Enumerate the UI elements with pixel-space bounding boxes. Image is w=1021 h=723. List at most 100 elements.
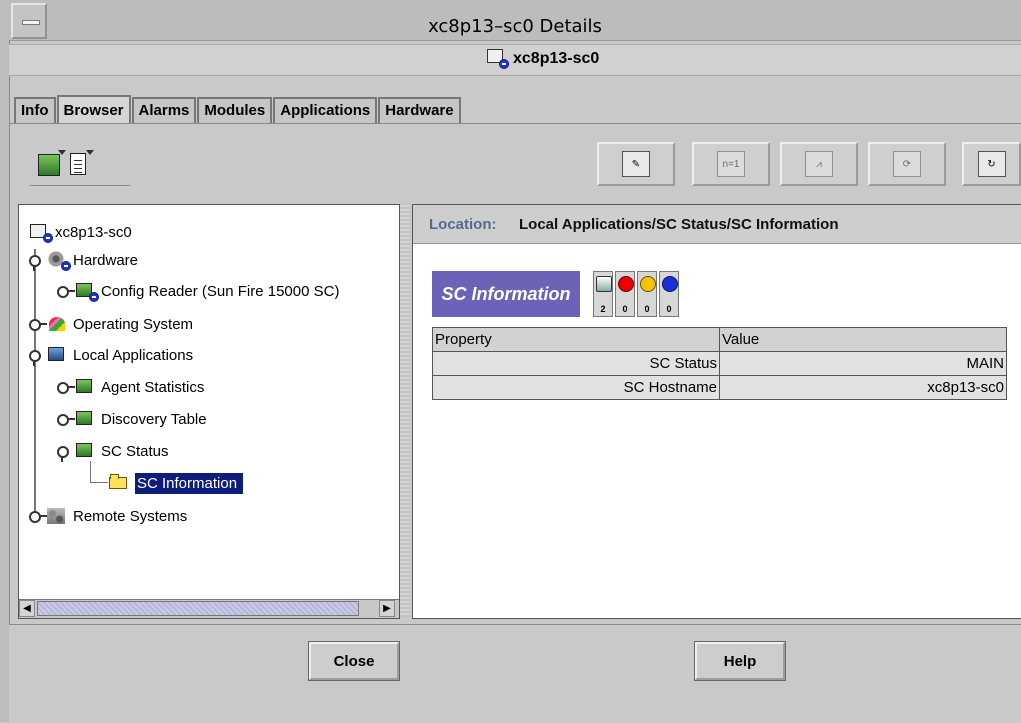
status-box-warning[interactable]: 0: [637, 271, 657, 317]
tree-item-label: Operating System: [73, 315, 194, 333]
applications-icon: [47, 346, 67, 364]
tab-bar: Info Browser Alarms Modules Applications…: [14, 95, 462, 123]
tab-modules[interactable]: Modules: [197, 97, 273, 123]
expander-icon[interactable]: [27, 348, 41, 366]
refresh-icon: ↻: [977, 151, 1006, 177]
tab-hardware[interactable]: Hardware: [378, 97, 461, 123]
tree-root[interactable]: xc8p13-sc0: [29, 221, 132, 243]
browser-tree[interactable]: xc8p13-sc0 Hardware Config Reader (Sun F…: [18, 204, 400, 619]
graph-icon: ⩘: [805, 151, 833, 177]
module-icon: [75, 442, 95, 460]
location-label: Location:: [429, 216, 497, 233]
expander-icon[interactable]: [27, 317, 47, 331]
remote-systems-icon: [47, 507, 67, 525]
module-icon: [75, 378, 95, 396]
tree-line: [34, 249, 36, 519]
hardware-icon: [47, 251, 71, 271]
module-tree-icon[interactable]: [36, 148, 66, 178]
expander-icon[interactable]: [27, 253, 41, 271]
graph-button[interactable]: ⩘: [780, 142, 858, 186]
property-cell: SC Status: [432, 351, 720, 376]
warning-alarm-icon: [640, 276, 656, 292]
status-count: 0: [666, 304, 672, 314]
edit-notes-icon: ✎: [622, 151, 650, 177]
host-icon: [487, 49, 509, 69]
close-button[interactable]: Close: [308, 641, 400, 681]
refresh-module-button[interactable]: ⟳: [868, 142, 946, 186]
properties-table: Property Value SC Status MAIN SC Hostnam…: [432, 327, 1007, 400]
tree-item-config-reader[interactable]: Config Reader (Sun Fire 15000 SC): [55, 280, 339, 302]
host-name-label: xc8p13-sc0: [487, 49, 599, 69]
tab-info[interactable]: Info: [14, 97, 56, 123]
tree-item-sc-status[interactable]: SC Status: [55, 440, 169, 462]
tab-applications[interactable]: Applications: [273, 97, 378, 123]
value-cell: xc8p13-sc0: [719, 375, 1007, 400]
operating-system-icon: [47, 315, 67, 333]
refresh-module-icon: ⟳: [893, 151, 921, 177]
status-count: 0: [622, 304, 628, 314]
tree-item-local-applications[interactable]: Local Applications: [27, 344, 193, 366]
tree-item-label: Agent Statistics: [101, 378, 205, 396]
help-button[interactable]: Help: [694, 641, 786, 681]
tab-divider: [9, 123, 1021, 124]
disabled-status-icon: [662, 276, 678, 292]
set-value-button[interactable]: n=1: [692, 142, 770, 186]
expander-icon[interactable]: [55, 412, 75, 426]
horizontal-scrollbar[interactable]: ◀ ▶: [19, 599, 399, 618]
expander-icon[interactable]: [55, 444, 69, 462]
document-menu-icon[interactable]: [66, 148, 96, 178]
status-box-disabled[interactable]: 0: [659, 271, 679, 317]
column-header-value[interactable]: Value: [719, 327, 1007, 352]
status-box-critical[interactable]: 0: [615, 271, 635, 317]
dialog-button-bar: Close Help: [9, 624, 1021, 723]
tree-item-label: Hardware: [73, 251, 139, 269]
tree-item-label: SC Status: [101, 442, 169, 460]
scroll-left-icon[interactable]: ◀: [19, 600, 35, 617]
pane-splitter[interactable]: [400, 204, 410, 617]
tree-item-label: Config Reader (Sun Fire 15000 SC): [101, 282, 340, 300]
host-header: xc8p13-sc0: [9, 44, 1021, 76]
scroll-right-icon[interactable]: ▶: [379, 600, 395, 617]
window-frame-left: [0, 0, 10, 722]
window-title: xc8p13–sc0 Details: [428, 16, 602, 37]
scroll-thumb[interactable]: [37, 601, 359, 616]
edit-notes-button[interactable]: ✎: [597, 142, 675, 186]
folder-icon: [109, 474, 129, 492]
tree-item-discovery-table[interactable]: Discovery Table: [55, 408, 207, 430]
status-count: 0: [644, 304, 650, 314]
host-icon: [29, 223, 53, 243]
tab-browser[interactable]: Browser: [56, 95, 131, 123]
tab-alarms[interactable]: Alarms: [131, 97, 197, 123]
table-row[interactable]: SC Status MAIN: [432, 351, 1007, 376]
status-count: 2: [600, 304, 606, 314]
column-header-property[interactable]: Property: [432, 327, 720, 352]
set-value-icon: n=1: [717, 151, 745, 177]
title-bar[interactable]: xc8p13–sc0 Details: [9, 0, 1021, 41]
info-status-icon: [596, 276, 612, 292]
host-name-text: xc8p13-sc0: [513, 50, 600, 68]
toolbar-divider: [30, 185, 130, 186]
tree-item-agent-statistics[interactable]: Agent Statistics: [55, 376, 204, 398]
value-cell: MAIN: [719, 351, 1007, 376]
content-panel: Location: Local Applications/SC Status/S…: [412, 204, 1021, 619]
tree-item-label: Local Applications: [73, 346, 194, 364]
tree-item-label: Remote Systems: [73, 507, 188, 525]
tree-item-operating-system[interactable]: Operating System: [27, 313, 193, 335]
table-title: SC Information: [432, 271, 580, 317]
status-box-info[interactable]: 2: [593, 271, 613, 317]
tree-item-sc-information[interactable]: SC Information: [109, 472, 244, 494]
tree-root-label: xc8p13-sc0: [55, 223, 132, 241]
critical-alarm-icon: [618, 276, 634, 292]
property-cell: SC Hostname: [432, 375, 720, 400]
table-row[interactable]: SC Hostname xc8p13-sc0: [432, 375, 1007, 400]
expander-icon[interactable]: [27, 509, 47, 523]
refresh-button[interactable]: ↻: [962, 142, 1021, 186]
tree-item-hardware[interactable]: Hardware: [27, 249, 138, 271]
location-bar: Location: Local Applications/SC Status/S…: [413, 205, 1021, 244]
module-icon: [75, 282, 99, 302]
tree-item-remote-systems[interactable]: Remote Systems: [27, 505, 187, 527]
expander-icon[interactable]: [55, 284, 75, 298]
tree-line: [90, 482, 108, 483]
tree-line: [90, 461, 91, 483]
expander-icon[interactable]: [55, 380, 75, 394]
